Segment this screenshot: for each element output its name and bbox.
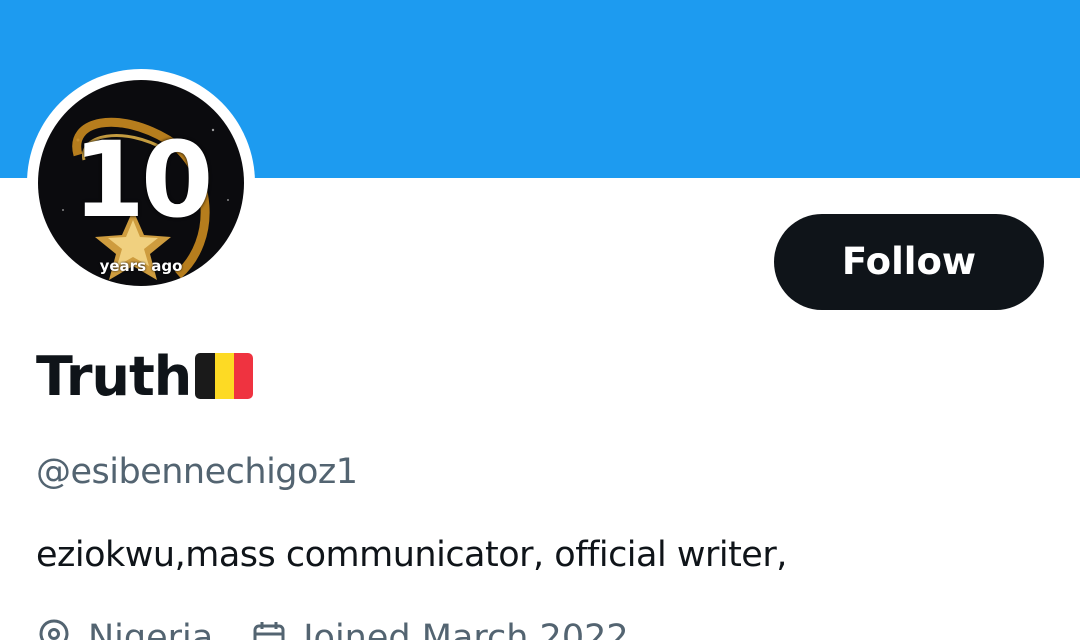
profile-page: 10 years ago Follow Truth @esibennechigo… — [0, 0, 1080, 640]
avatar-caption: years ago — [99, 257, 183, 275]
display-name-text: Truth — [36, 344, 192, 408]
avatar[interactable]: 10 years ago — [38, 80, 244, 286]
profile-handle: @esibennechigoz1 — [36, 452, 358, 492]
display-name: Truth — [36, 344, 254, 408]
profile-bio: eziokwu,mass communicator, official writ… — [36, 535, 787, 575]
calendar-icon — [251, 618, 287, 640]
location-pin-icon — [36, 618, 72, 640]
belgium-flag-icon — [195, 353, 254, 399]
profile-location: Nigeria — [88, 618, 214, 640]
profile-meta: Nigeria Joined March 2022 — [36, 618, 629, 640]
avatar-number: 10 — [72, 119, 214, 241]
profile-joined-date: Joined March 2022 — [303, 618, 629, 640]
follow-button[interactable]: Follow — [774, 214, 1044, 310]
